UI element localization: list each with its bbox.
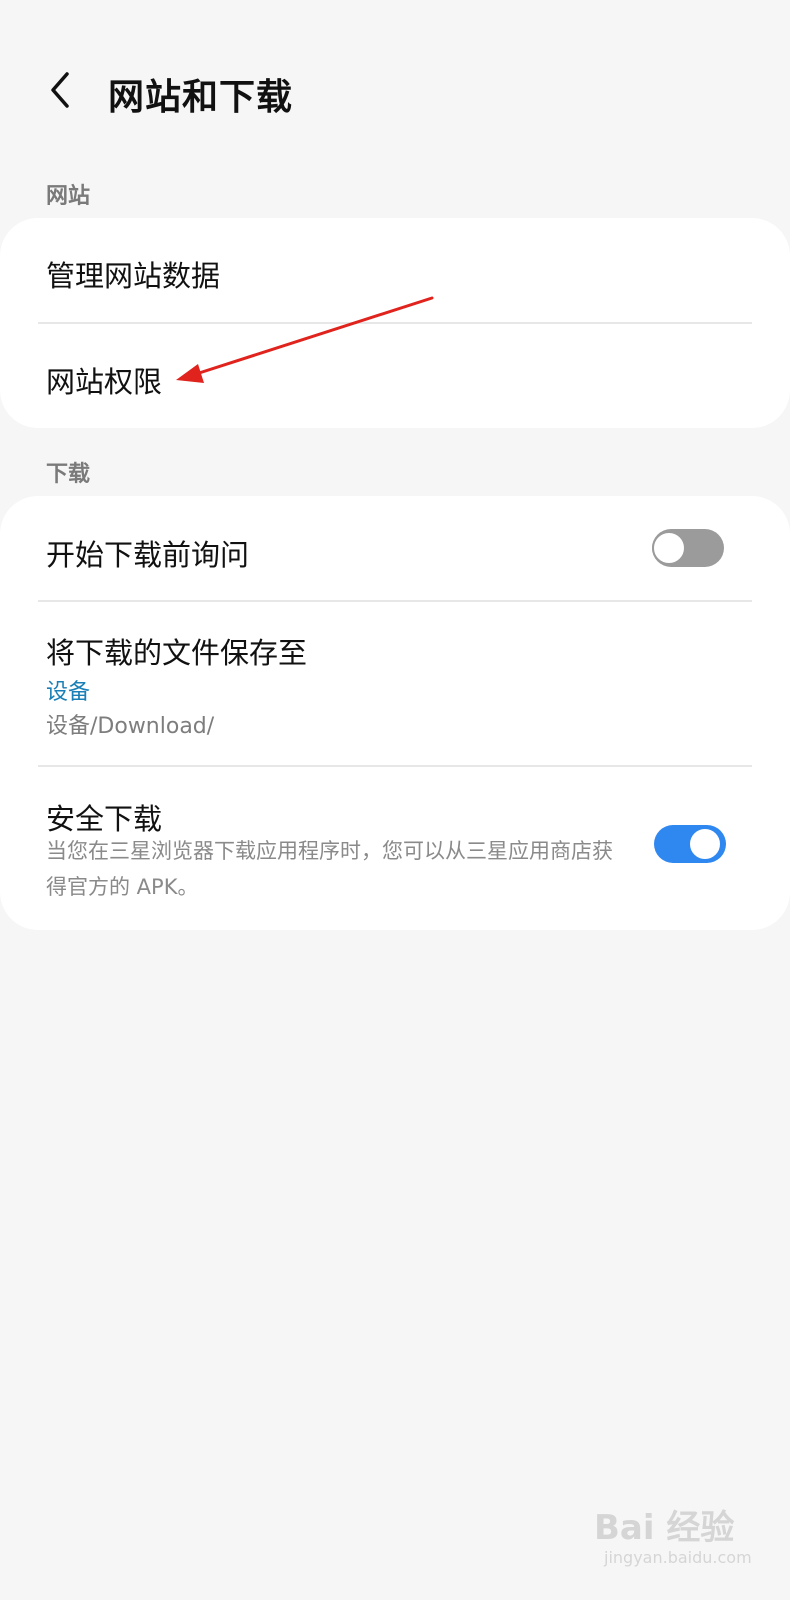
watermark-sub: jingyan.baidu.com — [604, 1548, 752, 1567]
annotation-arrow-icon — [176, 296, 434, 383]
watermark-main: Bai 经验 — [594, 1508, 735, 1548]
baidu-watermark: Bai 经验 jingyan.baidu.com — [594, 1500, 774, 1580]
